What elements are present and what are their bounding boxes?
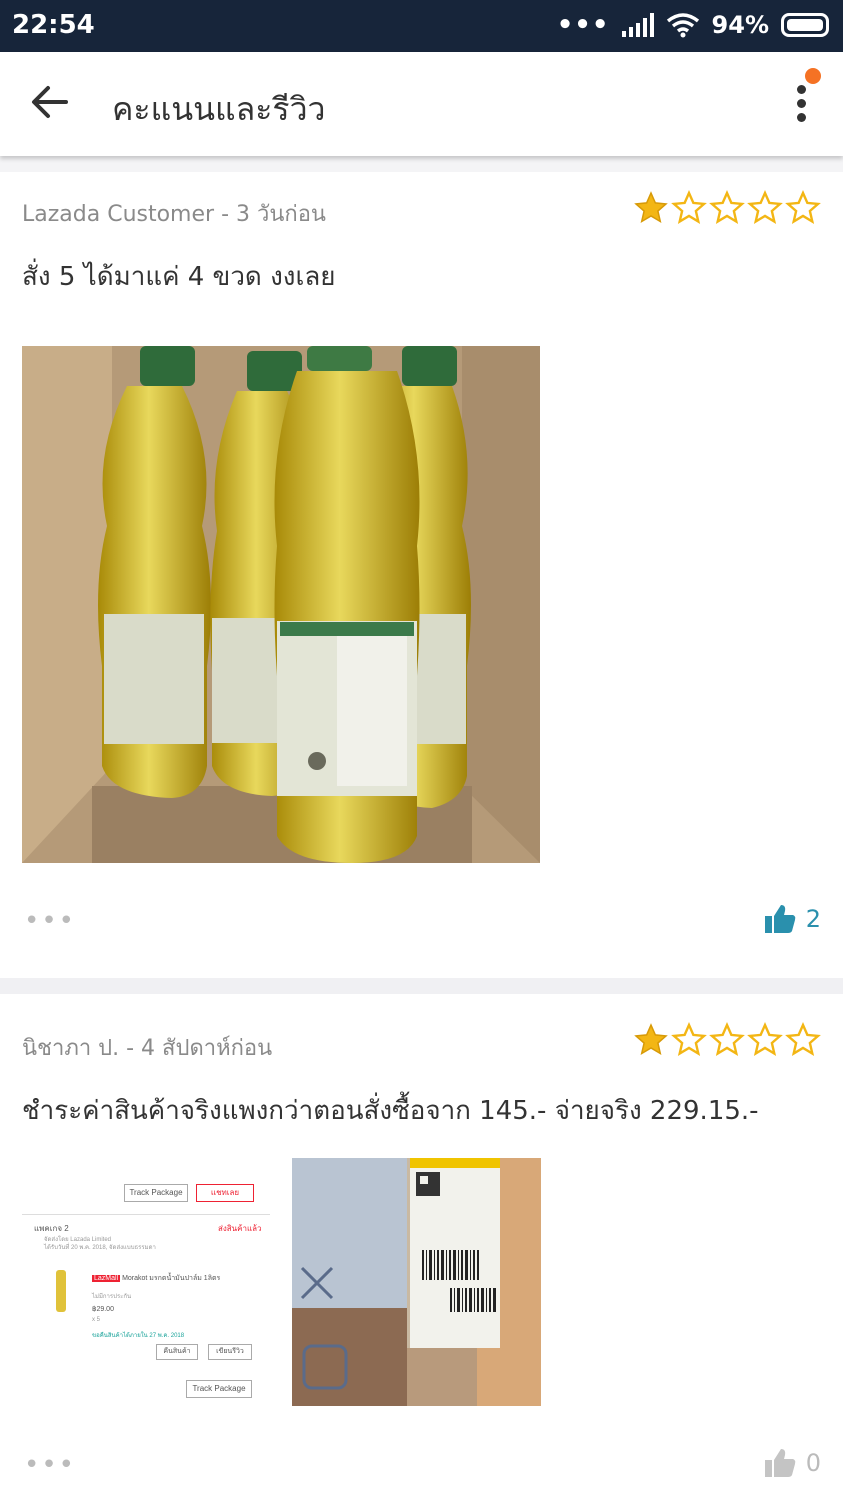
back-arrow-icon[interactable]: [30, 82, 70, 122]
star-empty-icon: [709, 190, 745, 224]
star-empty-icon: [785, 190, 821, 224]
star-empty-icon: [671, 190, 707, 224]
like-count: 2: [805, 905, 821, 933]
rating-stars: [633, 1022, 821, 1058]
thumbs-up-icon: [764, 1449, 795, 1477]
order-track-button: Track Package: [124, 1184, 188, 1202]
review-photo[interactable]: [22, 346, 540, 863]
order-store-tag: LazMall: [92, 1275, 121, 1282]
oil-bottles-photo: [22, 346, 540, 863]
app-bar: คะแนนและรีวิว: [0, 52, 843, 156]
review-card: นิชาภา ป. - 4 สัปดาห์ก่อน ชำระค่าสินค้าจ…: [0, 994, 843, 1500]
review-text: สั่ง 5 ได้มาแค่ 4 ขวด งงเลย: [22, 262, 336, 292]
star-filled-icon: [634, 1023, 668, 1056]
status-time: 22:54: [12, 10, 95, 40]
order-qty: x 5: [92, 1317, 101, 1323]
product-thumbnail: [56, 1270, 66, 1312]
notification-dot: [805, 68, 821, 84]
review-author-time: นิชาภา ป. - 4 สัปดาห์ก่อน: [22, 1036, 273, 1061]
order-price: ฿29.00: [92, 1306, 114, 1313]
status-bar: 22:54 ••• 94%: [0, 0, 843, 52]
order-product: Morakot มรกตน้ำมันปาล์ม 1ลิตร: [122, 1275, 221, 1282]
star-empty-icon: [671, 1022, 707, 1056]
review-more-icon[interactable]: •••: [24, 906, 76, 936]
like-button[interactable]: 0: [764, 1448, 821, 1478]
wifi-icon: [666, 13, 699, 38]
review-card: Lazada Customer - 3 วันก่อน สั่ง 5 ได้มา…: [0, 172, 843, 978]
order-return-button: คืนสินค้า: [156, 1344, 198, 1360]
review-text: ชำระค่าสินค้าจริงแพงกว่าตอนสั่งซื้อจาก 1…: [22, 1096, 759, 1126]
star-empty-icon: [747, 190, 783, 224]
review-divider: [0, 978, 843, 994]
more-notifications-icon: •••: [556, 10, 610, 40]
order-return-note: ขอคืนสินค้าได้ภายใน 27 พ.ค. 2018: [92, 1333, 185, 1339]
review-photo[interactable]: Track Package แชทเลย แพคเกจ 2 ส่งสินค้าแ…: [22, 1158, 272, 1406]
order-track-button: Track Package: [186, 1380, 252, 1398]
star-empty-icon: [785, 1022, 821, 1056]
signal-icon: [621, 13, 654, 37]
shipping-box-photo: [292, 1158, 541, 1406]
review-author-time: Lazada Customer - 3 วันก่อน: [22, 202, 326, 227]
battery-percent: 94%: [711, 11, 769, 39]
overflow-menu-icon[interactable]: [789, 68, 821, 126]
order-chat-button: แชทเลย: [196, 1184, 254, 1202]
battery-icon: [781, 13, 829, 37]
star-empty-icon: [747, 1022, 783, 1056]
order-warranty: ไม่มีการประกัน: [92, 1294, 132, 1300]
review-photo[interactable]: [292, 1158, 541, 1406]
like-button[interactable]: 2: [764, 904, 821, 934]
order-review-button: เขียนรีวิว: [208, 1344, 252, 1360]
order-received: ได้รับวันที่ 20 พ.ค. 2018, จัดส่งแบบธรรม…: [44, 1245, 156, 1251]
thumbs-up-icon: [764, 905, 795, 933]
rating-stars: [633, 190, 821, 226]
review-more-icon[interactable]: •••: [24, 1450, 76, 1480]
status-icons: ••• 94%: [557, 10, 829, 40]
order-delivered: ส่งสินค้าแล้ว: [218, 1224, 262, 1233]
page-title: คะแนนและรีวิว: [112, 90, 326, 128]
like-count: 0: [805, 1449, 821, 1477]
star-filled-icon: [634, 191, 668, 224]
star-empty-icon: [709, 1022, 745, 1056]
